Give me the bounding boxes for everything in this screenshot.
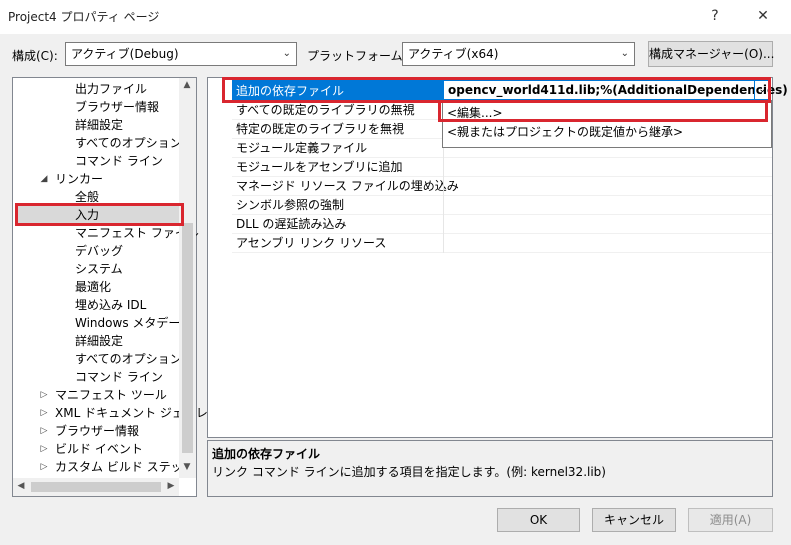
grid-row[interactable]: シンボル参照の強制 [232, 196, 772, 215]
tree-item[interactable]: コマンド ライン [75, 368, 163, 386]
tree-item-linker[interactable]: リンカー [55, 170, 103, 188]
dropdown-option-inherit[interactable]: <親またはプロジェクトの既定値から継承> [447, 123, 683, 140]
tree-item[interactable]: すべてのオプション [75, 350, 182, 368]
description-text: リンク コマンド ラインに追加する項目を指定します。(例: kernel32.l… [212, 465, 606, 479]
tree-item[interactable]: コマンド ライン [75, 152, 163, 170]
tree-item[interactable]: すべてのオプション [75, 134, 182, 152]
highlight-box [438, 100, 768, 122]
collapsed-arrow-icon[interactable]: ▷ [39, 458, 49, 476]
close-icon[interactable]: ✕ [752, 6, 774, 26]
chevron-down-icon: ⌄ [282, 48, 291, 59]
config-combo[interactable]: アクティブ(Debug) ⌄ [65, 42, 297, 66]
expanded-arrow-icon[interactable]: ◢ [39, 170, 49, 188]
title-bar: Project4 プロパティ ページ ? ✕ [0, 0, 791, 34]
config-label: 構成(C): [12, 49, 58, 63]
platform-value: アクティブ(x64) [408, 47, 499, 61]
tree-item[interactable]: マニフェスト ツール [55, 386, 167, 404]
tree-item[interactable]: カスタム ビルド ステップ [55, 458, 195, 476]
tree-item[interactable]: システム [75, 260, 123, 278]
highlight-box [15, 203, 184, 226]
grid-row-name: 特定の既定のライブラリを無視 [236, 122, 405, 136]
grid-row[interactable]: DLL の遅延読み込み [232, 215, 772, 234]
tree-item[interactable]: デバッグ [75, 242, 123, 260]
description-pane: 追加の依存ファイル リンク コマンド ラインに追加する項目を指定します。(例: … [207, 440, 773, 497]
grid-row-name: モジュール定義ファイル [236, 141, 368, 155]
scroll-thumb[interactable] [31, 482, 161, 492]
cancel-button[interactable]: キャンセル [592, 508, 676, 532]
grid-row-name: アセンブリ リンク リソース [236, 236, 387, 250]
collapsed-arrow-icon[interactable]: ▷ [39, 422, 49, 440]
description-title: 追加の依存ファイル [212, 447, 321, 461]
grid-row[interactable]: マネージド リソース ファイルの埋め込み [232, 177, 772, 196]
collapsed-arrow-icon[interactable]: ▷ [39, 386, 49, 404]
tree-item[interactable]: 詳細設定 [75, 116, 123, 134]
grid-row-name: シンボル参照の強制 [236, 198, 345, 212]
tree-item[interactable]: 最適化 [75, 278, 111, 296]
tree-horizontal-scrollbar[interactable]: ◀ ▶ [13, 478, 179, 496]
grid-row-name: DLL の遅延読み込み [236, 217, 347, 231]
collapsed-arrow-icon[interactable]: ▷ [39, 440, 49, 458]
tree-item[interactable]: ビルド イベント [55, 440, 143, 458]
scroll-thumb[interactable] [182, 223, 193, 453]
tree-item[interactable]: ブラウザー情報 [55, 422, 139, 440]
collapsed-arrow-icon[interactable]: ▷ [39, 404, 49, 422]
config-value: アクティブ(Debug) [71, 47, 179, 61]
tree-item[interactable]: 埋め込み IDL [75, 296, 146, 314]
ok-button[interactable]: OK [497, 508, 580, 532]
grid-row-name: マネージド リソース ファイルの埋め込み [236, 179, 459, 193]
grid-row[interactable]: アセンブリ リンク リソース [232, 234, 772, 253]
tree-item[interactable]: 詳細設定 [75, 332, 123, 350]
apply-button[interactable]: 適用(A) [688, 508, 773, 532]
tree-item[interactable]: Windows メタデータ [75, 314, 192, 332]
scroll-down-icon[interactable]: ▼ [179, 462, 195, 472]
grid-row-name: すべての既定のライブラリの無視 [236, 103, 415, 117]
chevron-down-icon: ⌄ [620, 48, 629, 59]
tree-item[interactable]: ブラウザー情報 [75, 98, 159, 116]
tree-item[interactable]: 出力ファイル [75, 80, 147, 98]
scroll-up-icon[interactable]: ▲ [179, 80, 195, 90]
tree-vertical-scrollbar[interactable]: ▲ ▼ [179, 78, 196, 478]
scroll-left-icon[interactable]: ◀ [13, 481, 29, 491]
category-tree[interactable]: 出力ファイル ブラウザー情報 詳細設定 すべてのオプション コマンド ライン ◢… [12, 77, 220, 497]
grid-row-name: モジュールをアセンブリに追加 [236, 160, 403, 174]
platform-combo[interactable]: アクティブ(x64) ⌄ [402, 42, 635, 66]
grid-row[interactable]: モジュールをアセンブリに追加 [232, 158, 772, 177]
help-icon[interactable]: ? [704, 6, 726, 26]
config-manager-button[interactable]: 構成マネージャー(O)... [648, 41, 774, 67]
window-title: Project4 プロパティ ページ [8, 10, 160, 24]
scroll-right-icon[interactable]: ▶ [163, 481, 179, 491]
